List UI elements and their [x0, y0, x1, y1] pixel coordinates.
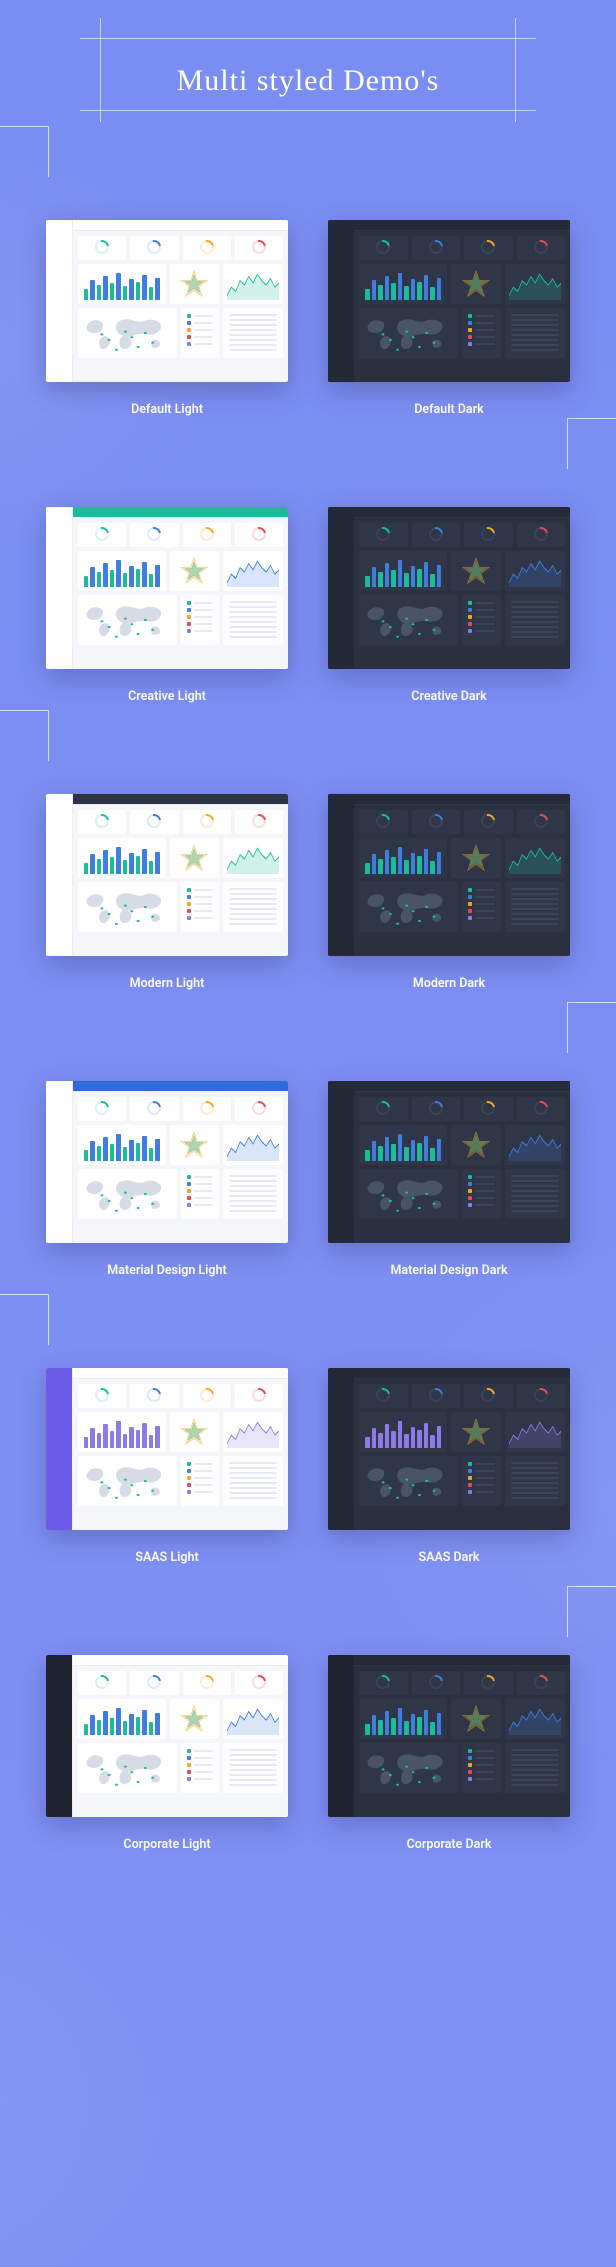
demo-thumbnail[interactable] — [46, 220, 288, 382]
demo-thumbnail[interactable] — [46, 1081, 288, 1243]
demo-item: Corporate Dark — [328, 1655, 570, 1852]
frame-line-right — [515, 18, 516, 122]
demo-label: Creative Dark — [328, 689, 570, 704]
connector-line — [567, 418, 616, 469]
demo-label: Default Light — [46, 402, 288, 417]
demo-grid: Default Light Default Dark Creative Ligh… — [0, 140, 616, 1852]
demo-item: Material Design Dark — [328, 1081, 570, 1278]
demo-label: Default Dark — [328, 402, 570, 417]
demo-thumbnail[interactable] — [46, 1655, 288, 1817]
demo-label: SAAS Dark — [328, 1550, 570, 1565]
demo-thumbnail[interactable] — [46, 1368, 288, 1530]
demo-item: Material Design Light — [46, 1081, 288, 1278]
page-header: Multi styled Demo's — [0, 0, 616, 140]
demo-item: Modern Light — [46, 794, 288, 991]
demo-thumbnail[interactable] — [328, 220, 570, 382]
demo-item: Creative Light — [46, 507, 288, 704]
demo-thumbnail[interactable] — [328, 794, 570, 956]
demo-item: Default Dark — [328, 220, 570, 417]
demo-item: Creative Dark — [328, 507, 570, 704]
demo-item: Default Light — [46, 220, 288, 417]
demo-label: Modern Light — [46, 976, 288, 991]
demo-thumbnail[interactable] — [46, 794, 288, 956]
demo-thumbnail[interactable] — [328, 507, 570, 669]
frame-line-top — [80, 38, 536, 39]
demo-item: SAAS Dark — [328, 1368, 570, 1565]
demo-label: Corporate Light — [46, 1837, 288, 1852]
demo-item: Corporate Light — [46, 1655, 288, 1852]
frame-line-bottom — [80, 110, 536, 111]
connector-line — [567, 1002, 616, 1053]
demo-item: SAAS Light — [46, 1368, 288, 1565]
demo-item: Modern Dark — [328, 794, 570, 991]
connector-line — [0, 710, 49, 761]
demo-thumbnail[interactable] — [328, 1081, 570, 1243]
connector-line — [0, 1294, 49, 1345]
connector-line — [567, 1586, 616, 1637]
demo-label: SAAS Light — [46, 1550, 288, 1565]
demo-thumbnail[interactable] — [46, 507, 288, 669]
demo-label: Creative Light — [46, 689, 288, 704]
demo-thumbnail[interactable] — [328, 1655, 570, 1817]
demo-label: Corporate Dark — [328, 1837, 570, 1852]
demo-label: Material Design Light — [46, 1263, 288, 1278]
demo-label: Material Design Dark — [328, 1263, 570, 1278]
demo-label: Modern Dark — [328, 976, 570, 991]
page-title: Multi styled Demo's — [0, 64, 616, 98]
demo-thumbnail[interactable] — [328, 1368, 570, 1530]
frame-line-left — [100, 18, 101, 122]
